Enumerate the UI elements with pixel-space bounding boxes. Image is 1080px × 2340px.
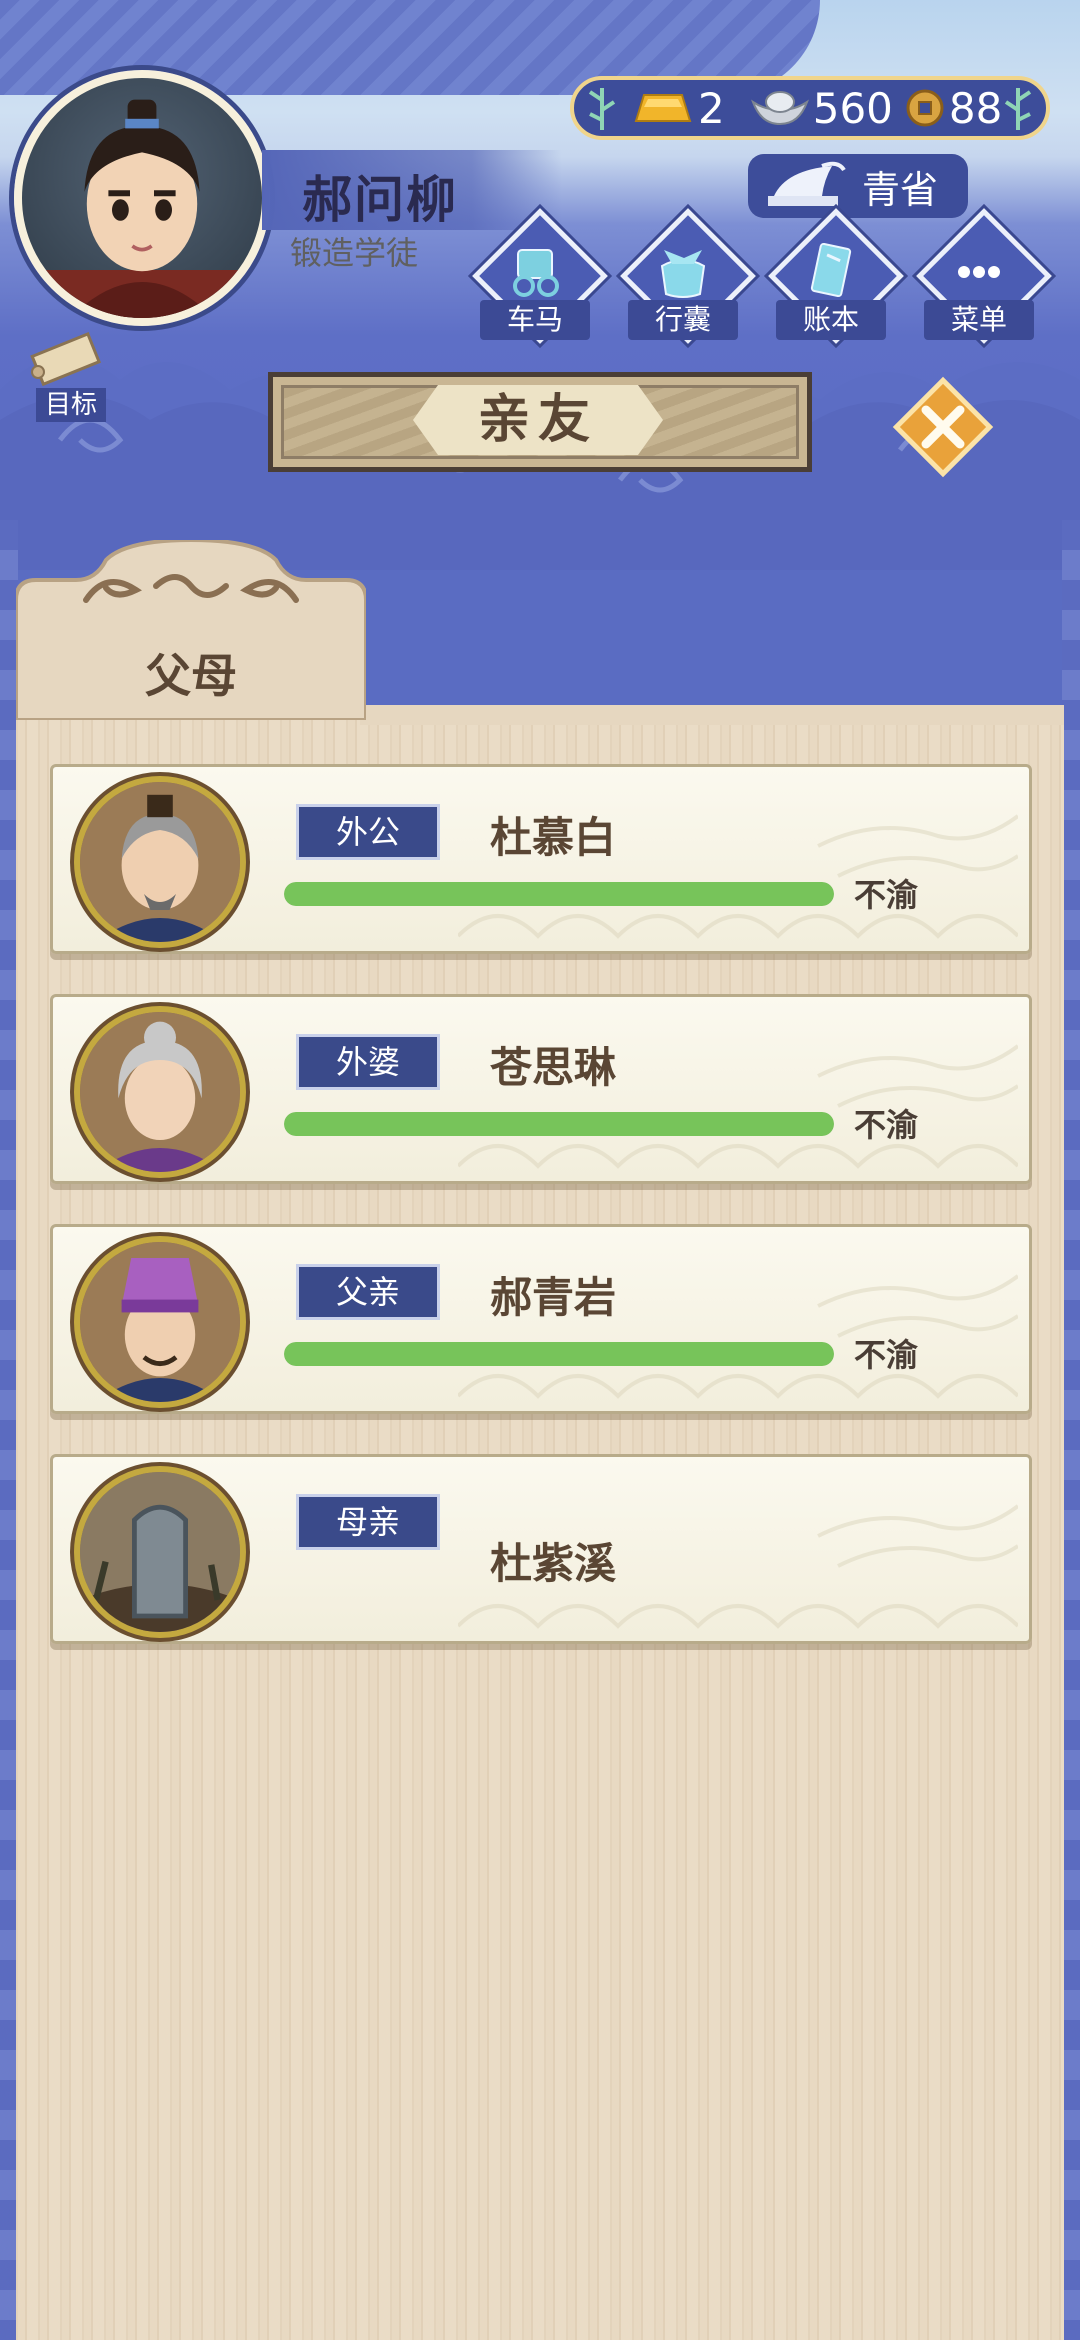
affinity-bar-fill: [284, 1342, 834, 1366]
region-label: 青省: [861, 167, 938, 212]
relative-name: 杜紫溪: [490, 1539, 617, 1588]
nav-label: 菜单: [924, 300, 1034, 340]
player-avatar[interactable]: [14, 70, 270, 326]
nav-label: 行囊: [628, 300, 738, 340]
region-badge[interactable]: 青省: [748, 154, 968, 218]
relation-badge: 母亲: [296, 1494, 440, 1550]
player-name: 郝问柳: [302, 171, 458, 229]
relative-portrait: [74, 1466, 246, 1638]
scroll-icon: [30, 331, 102, 387]
affinity-bar-fill: [284, 882, 834, 906]
affinity-bar: [284, 1112, 834, 1136]
copper-coin-icon: [906, 89, 944, 127]
menu-dots-icon: [958, 266, 1000, 278]
father-portrait-icon: [80, 1242, 240, 1402]
gold-bar-icon: [634, 94, 692, 122]
coin-amount: 88: [948, 83, 1003, 133]
relative-name: 郝青岩: [490, 1273, 617, 1322]
tombstone-icon: [80, 1472, 240, 1632]
affinity-bar-fill: [284, 1112, 834, 1136]
page-title-banner: 亲友: [268, 372, 812, 472]
mood-label: 不渝: [854, 876, 919, 914]
relative-card[interactable]: 父亲 郝青岩 不渝: [50, 1224, 1032, 1414]
relative-name: 杜慕白: [490, 813, 617, 862]
goal-label: 目标: [36, 388, 106, 422]
mood-label: 不渝: [854, 1336, 919, 1374]
page-title: 亲友: [477, 390, 598, 450]
bundle-icon: [660, 250, 706, 298]
relative-portrait: [74, 1236, 246, 1408]
affinity-bar: [284, 1342, 834, 1366]
bamboo-icon: [1004, 88, 1032, 130]
nav-carriage-button[interactable]: 车马: [470, 208, 608, 350]
player-title: 锻造学徒: [290, 234, 419, 272]
relative-portrait: [74, 776, 246, 948]
grandmother-portrait-icon: [80, 1012, 240, 1172]
close-button[interactable]: [888, 372, 998, 482]
currency-bar: 2 560 88: [570, 76, 1050, 140]
silver-ingot-icon: [750, 91, 809, 126]
nav-menu-button[interactable]: 菜单: [914, 208, 1052, 350]
grandfather-portrait-icon: [80, 782, 240, 942]
tab-parents[interactable]: 父母: [14, 537, 368, 722]
silver-amount: 560: [812, 83, 893, 133]
bamboo-icon: [588, 88, 616, 130]
gold-amount: 2: [698, 83, 725, 133]
relation-badge: 外婆: [296, 1034, 440, 1090]
anvil-icon: [768, 161, 846, 206]
nav-ledger-button[interactable]: 账本: [766, 208, 904, 350]
relation-badge: 父亲: [296, 1264, 440, 1320]
carriage-icon: [513, 249, 559, 297]
affinity-bar: [284, 882, 834, 906]
relative-card[interactable]: 外婆 苍思琳 不渝: [50, 994, 1032, 1184]
nav-label: 账本: [776, 300, 886, 340]
close-icon: [892, 376, 994, 478]
mood-label: 不渝: [854, 1106, 919, 1144]
relation-badge: 外公: [296, 804, 440, 860]
relative-card[interactable]: 外公 杜慕白 不渝: [50, 764, 1032, 954]
goal-button[interactable]: 目标: [16, 330, 126, 430]
relative-name: 苍思琳: [490, 1043, 617, 1092]
player-portrait-icon: [22, 99, 262, 318]
ledger-icon: [810, 242, 852, 298]
relative-portrait: [74, 1006, 246, 1178]
nav-bundle-button[interactable]: 行囊: [618, 208, 756, 350]
nav-label: 车马: [480, 300, 590, 340]
relative-card[interactable]: 母亲 杜紫溪: [50, 1454, 1032, 1644]
right-border-pattern: [1062, 520, 1080, 2340]
tab-label: 父母: [145, 649, 237, 703]
